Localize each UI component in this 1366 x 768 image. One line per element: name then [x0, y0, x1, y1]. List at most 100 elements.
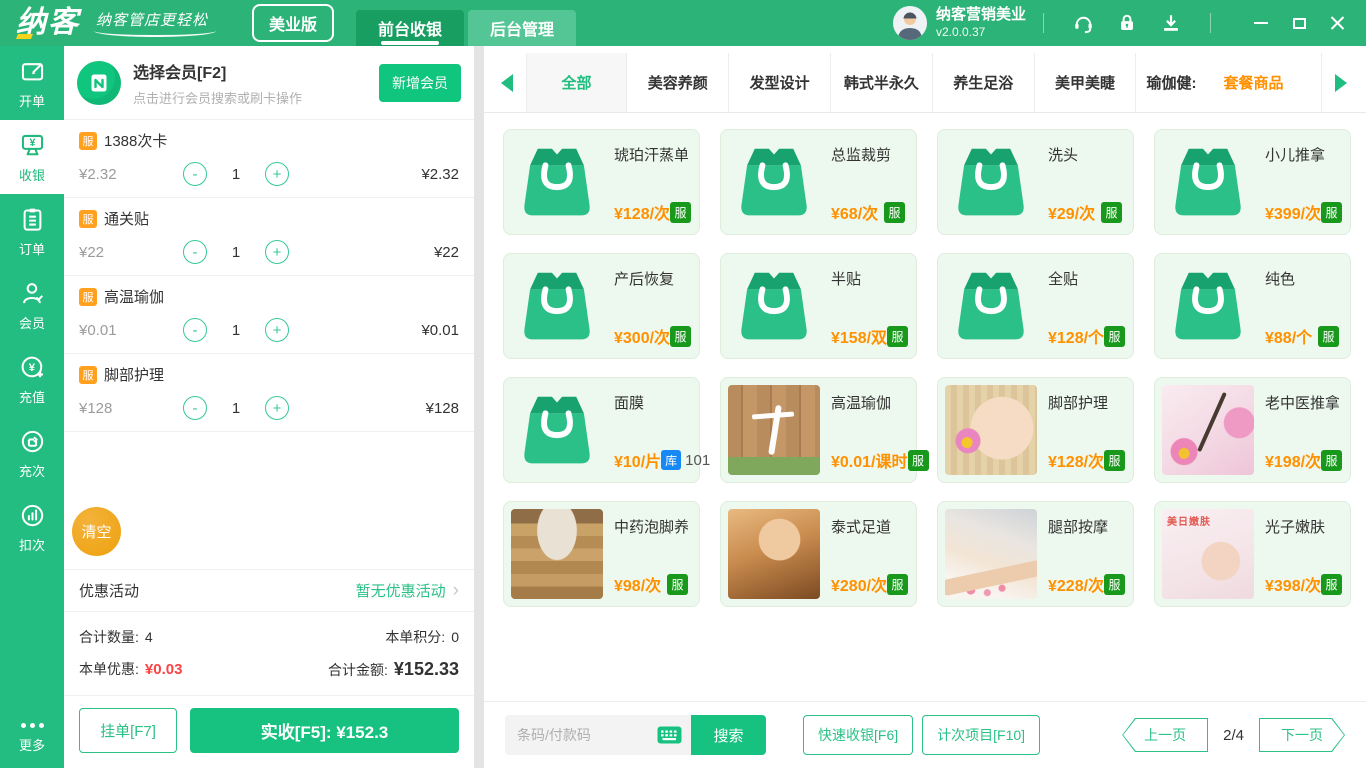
category-tab-all[interactable]: 全部: [525, 53, 628, 112]
app-slogan: 纳客管店更轻松: [93, 9, 217, 37]
close-button[interactable]: [1318, 8, 1356, 38]
download-icon[interactable]: [1159, 11, 1183, 35]
category-tab-nails[interactable]: 美甲美睫: [1035, 53, 1137, 112]
shopping-bag-icon: [945, 261, 1037, 351]
sidebar-item-open-order[interactable]: 开单: [0, 46, 64, 120]
cart-item-qty: 1: [231, 243, 241, 261]
increase-qty-button[interactable]: +: [265, 240, 289, 264]
product-card[interactable]: 小儿推拿 ¥399/次 服: [1154, 129, 1351, 235]
sidebar-item-recharge[interactable]: ¥ 充值: [0, 342, 64, 416]
sidebar-item-orders[interactable]: 订单: [0, 194, 64, 268]
lock-icon[interactable]: [1115, 11, 1139, 35]
tab-front-cashier[interactable]: 前台收银: [356, 10, 465, 46]
category-tab-hair[interactable]: 发型设计: [729, 53, 832, 112]
category-tab-yoga[interactable]: 瑜伽健:: [1136, 53, 1223, 112]
product-card[interactable]: 美日嫩肤 光子嫩肤 ¥398/次 服: [1154, 501, 1351, 607]
service-badge: 服: [79, 209, 97, 228]
promo-row[interactable]: 优惠活动 暂无优惠活动 ›: [64, 569, 474, 612]
sidebar-item-recharge-times[interactable]: 充次: [0, 416, 64, 490]
cart-item-price: ¥22: [79, 243, 105, 261]
decrease-qty-button[interactable]: -: [183, 240, 207, 264]
service-badge: 服: [1104, 449, 1126, 471]
member-person-icon: [19, 280, 46, 307]
product-card[interactable]: 纯色 ¥88/个 服: [1154, 253, 1351, 359]
sidebar-item-label: 扣次: [18, 538, 45, 553]
sidebar: 开单 ¥ 收银 订单 会员 ¥ 充值 充次 扣次 更多: [0, 46, 64, 768]
minimize-button[interactable]: [1242, 8, 1280, 38]
action-bar: 搜索 快速收银[F6] 计次项目[F10] 上一页 2/4 下一页: [484, 701, 1366, 768]
service-badge: 服: [884, 201, 905, 223]
prev-page-button[interactable]: 上一页: [1122, 718, 1209, 752]
category-tab-beauty[interactable]: 美容养颜: [627, 53, 730, 112]
category-tab-packages[interactable]: 套餐商品: [1224, 53, 1323, 112]
edition-button[interactable]: 美业版: [252, 4, 335, 42]
product-card[interactable]: 洗头 ¥29/次 服: [937, 129, 1134, 235]
category-tab-foot-bath[interactable]: 养生足浴: [933, 53, 1035, 112]
product-card[interactable]: 中药泡脚养生 ¥98/次 服: [503, 501, 700, 607]
category-bar: 全部 美容养颜 发型设计 韩式半永久 养生足浴 美甲美睫 瑜伽健: 套餐商品: [484, 46, 1366, 113]
cart-item-name: 脚部护理: [104, 367, 165, 384]
keyboard-icon[interactable]: [657, 726, 682, 744]
counting-item-button[interactable]: 计次项目[F10]: [922, 715, 1041, 755]
sidebar-item-deduct-times[interactable]: 扣次: [0, 490, 64, 564]
product-card[interactable]: 半贴 ¥158/双 服: [720, 253, 917, 359]
service-badge: 服: [79, 365, 97, 384]
product-name: 老中医推拿: [1265, 395, 1339, 412]
cart-item: 服 高温瑜伽 ¥0.01 - 1 + ¥0.01: [64, 276, 474, 354]
product-name: 高温瑜伽: [831, 395, 892, 412]
sidebar-item-members[interactable]: 会员: [0, 268, 64, 342]
product-card[interactable]: 老中医推拿 ¥198/次 服: [1154, 377, 1351, 483]
clear-cart-button[interactable]: 清空: [72, 507, 121, 556]
product-card[interactable]: 泰式足道 ¥280/次 服: [720, 501, 917, 607]
avatar[interactable]: [892, 6, 927, 40]
decrease-qty-button[interactable]: -: [183, 318, 207, 342]
next-page-button[interactable]: 下一页: [1259, 718, 1345, 752]
recharge-icon: ¥: [19, 354, 46, 381]
increase-qty-button[interactable]: +: [265, 318, 289, 342]
category-prev-arrow[interactable]: [488, 53, 526, 112]
product-card[interactable]: 全贴 ¥128/个 服: [937, 253, 1134, 359]
sidebar-item-label: 充值: [18, 390, 45, 405]
category-next-arrow[interactable]: [1322, 53, 1360, 112]
tab-back-management[interactable]: 后台管理: [468, 10, 577, 46]
category-tab-semi-permanent[interactable]: 韩式半永久: [831, 53, 933, 112]
product-card[interactable]: 琥珀汗蒸单次 ¥128/次 服: [503, 129, 700, 235]
sidebar-item-more[interactable]: 更多: [0, 723, 64, 768]
decrease-qty-button[interactable]: -: [183, 396, 207, 420]
product-price: ¥128/个: [1048, 330, 1105, 347]
product-card[interactable]: 脚部护理 ¥128/次 服: [937, 377, 1134, 483]
points-label: 本单积分:: [385, 629, 446, 645]
service-badge: 服: [887, 325, 909, 347]
maximize-button[interactable]: [1280, 8, 1318, 38]
quick-cashier-button[interactable]: 快速收银[F6]: [803, 715, 914, 755]
product-card[interactable]: 高温瑜伽 ¥0.01/课时 服: [720, 377, 929, 483]
product-card[interactable]: 腿部按摩 ¥228/次 服: [937, 501, 1134, 607]
app-logo: 纳客: [16, 6, 80, 39]
decrease-qty-button[interactable]: -: [183, 162, 207, 186]
product-card[interactable]: 产后恢复 ¥300/次 服: [503, 253, 700, 359]
product-photo: [728, 509, 820, 599]
add-member-button[interactable]: 新增会员: [379, 63, 461, 102]
product-card[interactable]: 总监裁剪 ¥68/次 服: [720, 129, 917, 235]
product-name: 半贴: [831, 271, 862, 288]
service-badge: 服: [1318, 325, 1339, 347]
hold-order-button[interactable]: 挂单[F7]: [79, 708, 177, 753]
product-card[interactable]: 面膜 ¥10/片 库 101: [503, 377, 710, 483]
member-select-bar[interactable]: 选择会员[F2] 点击进行会员搜索或刷卡操作 新增会员: [64, 46, 474, 120]
product-price: ¥198/次: [1265, 454, 1322, 471]
cart-item-total: ¥22: [433, 243, 459, 261]
order-edit-icon: [19, 58, 46, 85]
page-indicator: 2/4: [1223, 726, 1244, 744]
increase-qty-button[interactable]: +: [265, 162, 289, 186]
promo-label: 优惠活动: [79, 583, 140, 600]
sidebar-item-cashier[interactable]: ¥ 收银: [0, 120, 64, 194]
search-button[interactable]: 搜索: [691, 715, 766, 755]
user-info[interactable]: 纳客营销美业 v2.0.0.37: [936, 6, 1026, 39]
product-name: 琥珀汗蒸单次: [614, 147, 688, 164]
increase-qty-button[interactable]: +: [265, 396, 289, 420]
customer-service-icon[interactable]: [1071, 11, 1095, 35]
shopping-bag-icon: [511, 261, 603, 351]
pay-button[interactable]: 实收[F5]: ¥152.3: [190, 708, 459, 753]
product-price: ¥88/个: [1265, 330, 1313, 347]
barcode-input[interactable]: [517, 727, 647, 743]
